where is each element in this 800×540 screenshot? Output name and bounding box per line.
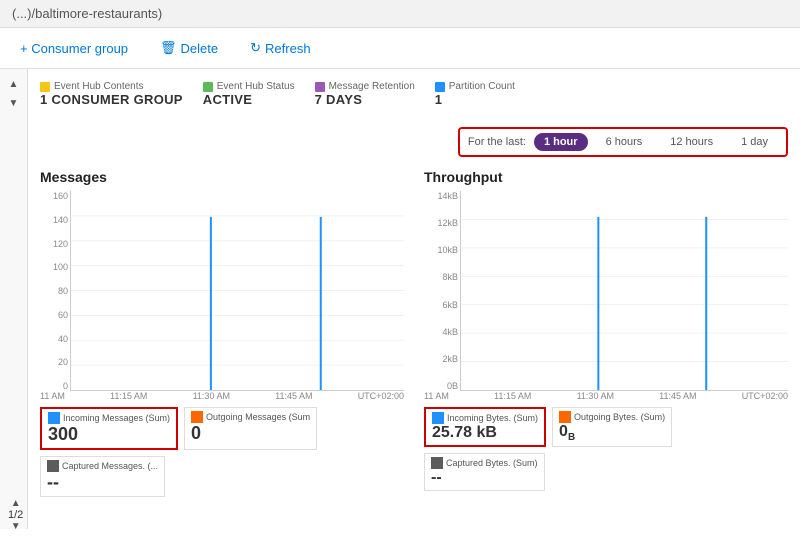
time-filter-6hours[interactable]: 6 hours [596,133,653,151]
throughput-chart-container: Throughput 14kB 12kB 10kB 8kB 6kB 4kB 2k… [424,169,788,497]
content-area: Event Hub Contents 1 CONSUMER GROUP Even… [28,69,800,529]
time-filter-label: For the last: [468,136,526,148]
time-filter-12hours[interactable]: 12 hours [660,133,723,151]
incoming-bytes-value: 25.78 kB [432,424,538,442]
consumer-group-button[interactable]: + Consumer group [12,37,136,60]
throughput-chart-svg [460,191,788,391]
messages-y-axis: 160 140 120 100 80 60 40 20 0 [40,191,68,391]
metric-hub-contents: Event Hub Contents 1 CONSUMER GROUP [40,81,183,107]
time-filter: For the last: 1 hour 6 hours 12 hours 1 … [458,127,788,157]
messages-legend-outgoing: Outgoing Messages (Sum 0 [184,407,317,450]
incoming-messages-value: 300 [48,424,170,445]
messages-legend: Incoming Messages (Sum) 300 Outgoing Mes… [40,407,404,497]
sidebar-up-arrow[interactable]: ▲ [7,77,21,92]
sidebar-down-arrow[interactable]: ▼ [7,96,21,111]
metric-hub-status: Event Hub Status ACTIVE [203,81,295,107]
throughput-legend: Incoming Bytes. (Sum) 25.78 kB Outgoing … [424,407,788,491]
legend-outgoing-bytes-color [559,411,571,423]
messages-legend-captured: Captured Messages. (... -- [40,456,165,497]
legend-captured-color [47,460,59,472]
legend-incoming-color [48,412,60,424]
metric-color-retention [315,82,325,92]
metric-label-hub-contents: Event Hub Contents [40,81,183,92]
throughput-x-axis: 11 AM 11:15 AM 11:30 AM 11:45 AM UTC+02:… [424,391,788,401]
metric-value-hub-status: ACTIVE [203,92,295,107]
legend-captured-bytes-color [431,457,443,469]
legend-incoming-bytes-color [432,412,444,424]
metric-value-partition: 1 [435,92,515,107]
messages-legend-incoming: Incoming Messages (Sum) 300 [40,407,178,450]
messages-chart-container: Messages 160 140 120 100 80 60 40 20 0 [40,169,404,497]
main-content: ▲ ▼ Event Hub Contents 1 CONSUMER GROUP … [0,69,800,529]
captured-messages-value: -- [47,472,158,493]
title-bar: (...)/baltimore-restaurants) [0,0,800,28]
metric-value-hub-contents: 1 CONSUMER GROUP [40,92,183,107]
metric-label-retention: Message Retention [315,81,415,92]
delete-icon: 🗑 [160,40,177,56]
metric-partition: Partition Count 1 [435,81,515,107]
metric-color-partition [435,82,445,92]
refresh-icon: ↻ [250,40,261,56]
sidebar: ▲ ▼ [0,69,28,529]
time-filter-1hour[interactable]: 1 hour [534,133,588,151]
metric-label-hub-status: Event Hub Status [203,81,295,92]
outgoing-messages-value: 0 [191,423,310,444]
charts-row: Messages 160 140 120 100 80 60 40 20 0 [40,169,788,497]
metric-color-hub-contents [40,82,50,92]
refresh-button[interactable]: ↻ Refresh [242,36,318,60]
throughput-legend-captured: Captured Bytes. (Sum) -- [424,453,545,491]
metrics-bar: Event Hub Contents 1 CONSUMER GROUP Even… [40,81,788,157]
metric-color-hub-status [203,82,213,92]
metric-retention: Message Retention 7 DAYS [315,81,415,107]
captured-bytes-value: -- [431,469,538,487]
legend-outgoing-color [191,411,203,423]
page-title: (...)/baltimore-restaurants) [12,6,162,21]
throughput-chart-title: Throughput [424,169,788,185]
metric-value-retention: 7 DAYS [315,92,415,107]
throughput-y-axis: 14kB 12kB 10kB 8kB 6kB 4kB 2kB 0B [424,191,458,391]
metric-label-partition: Partition Count [435,81,515,92]
time-filter-1day[interactable]: 1 day [731,133,778,151]
messages-chart-svg [70,191,404,391]
toolbar: + Consumer group 🗑 Delete ↻ Refresh [0,28,800,69]
throughput-legend-outgoing: Outgoing Bytes. (Sum) 0B [552,407,672,447]
messages-x-axis: 11 AM 11:15 AM 11:30 AM 11:45 AM UTC+02:… [40,391,404,401]
throughput-legend-incoming: Incoming Bytes. (Sum) 25.78 kB [424,407,546,447]
delete-button[interactable]: 🗑 Delete [152,36,226,60]
messages-chart-title: Messages [40,169,404,185]
outgoing-bytes-value: 0B [559,423,665,443]
